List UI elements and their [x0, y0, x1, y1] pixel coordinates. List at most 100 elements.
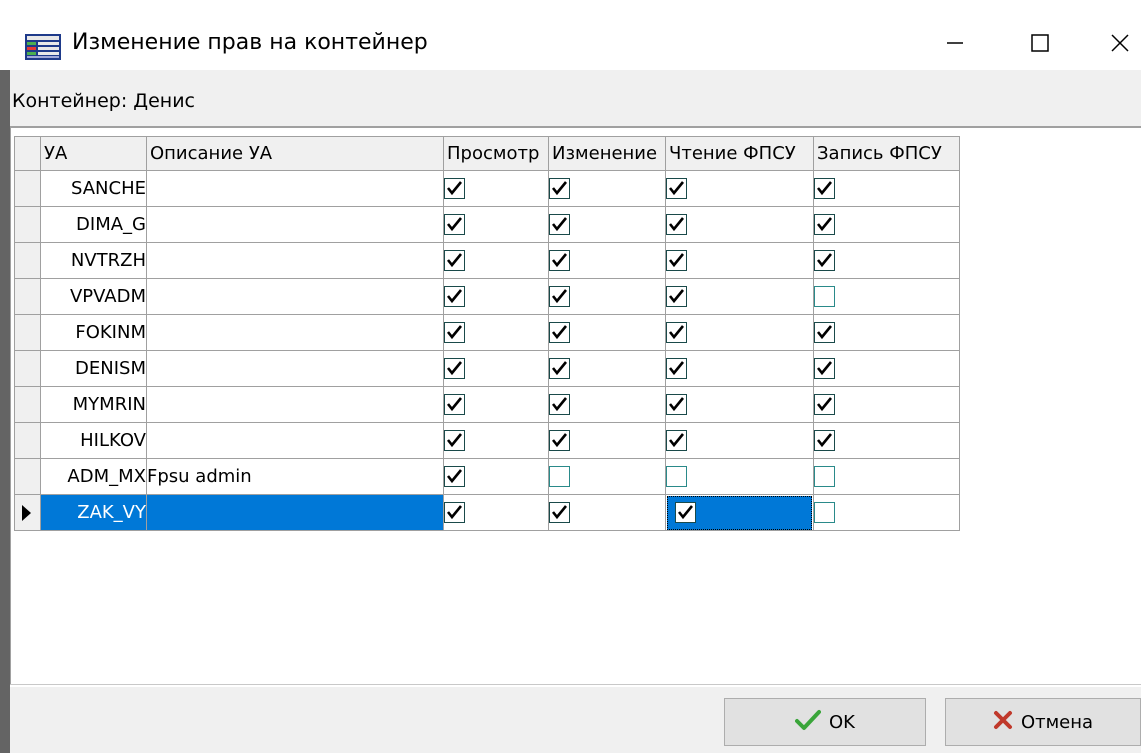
cell-ua[interactable]: SANCHE [40, 170, 147, 207]
checkbox-checked[interactable] [814, 322, 835, 344]
cell-view[interactable] [443, 314, 549, 351]
cell-change[interactable] [548, 278, 666, 315]
checkbox-checked[interactable] [814, 250, 835, 272]
cell-write-fpsu[interactable] [813, 170, 960, 207]
checkbox-checked[interactable] [666, 178, 687, 200]
checkbox-checked[interactable] [814, 430, 835, 452]
cell-write-fpsu[interactable] [813, 422, 960, 459]
cell-view[interactable] [443, 242, 549, 279]
checkbox-unchecked[interactable] [814, 502, 835, 524]
row-indicator[interactable] [14, 170, 41, 207]
cell-change[interactable] [548, 242, 666, 279]
checkbox-checked[interactable] [549, 322, 570, 344]
cell-view[interactable] [443, 170, 549, 207]
checkbox-checked[interactable] [814, 394, 835, 416]
checkbox-checked[interactable] [666, 322, 687, 344]
cell-change[interactable] [548, 386, 666, 423]
checkbox-checked[interactable] [444, 358, 465, 380]
cell-ua[interactable]: VPVADM [40, 278, 147, 315]
cell-change[interactable] [548, 422, 666, 459]
checkbox-checked[interactable] [666, 286, 687, 308]
table-row[interactable]: MYMRIN [14, 386, 960, 423]
cell-ua[interactable]: MYMRIN [40, 386, 147, 423]
checkbox-unchecked[interactable] [549, 466, 570, 488]
checkbox-checked[interactable] [666, 250, 687, 272]
cell-ua[interactable]: ADM_MX [40, 458, 147, 495]
cell-read-fpsu[interactable] [665, 458, 814, 495]
table-row[interactable]: VPVADM [14, 278, 960, 315]
cell-ua[interactable]: HILKOV [40, 422, 147, 459]
maximize-button[interactable] [1015, 22, 1065, 68]
cell-ua[interactable]: DENISM [40, 350, 147, 387]
cell-write-fpsu[interactable] [813, 278, 960, 315]
table-row[interactable]: ADM_MX Fpsu admin [14, 458, 960, 495]
row-indicator[interactable] [14, 386, 41, 423]
cell-read-fpsu[interactable] [665, 350, 814, 387]
table-row[interactable]: SANCHE [14, 170, 960, 207]
cell-ua[interactable]: NVTRZH [40, 242, 147, 279]
table-row[interactable]: NVTRZH [14, 242, 960, 279]
cell-write-fpsu[interactable] [813, 458, 960, 495]
cell-description[interactable] [146, 386, 444, 423]
checkbox-unchecked[interactable] [666, 466, 687, 488]
row-indicator[interactable] [14, 314, 41, 351]
focused-cell[interactable] [667, 495, 812, 530]
cell-change[interactable] [548, 494, 666, 531]
cell-description[interactable] [146, 206, 444, 243]
checkbox-checked[interactable] [549, 358, 570, 380]
checkbox-checked[interactable] [549, 394, 570, 416]
cell-view[interactable] [443, 458, 549, 495]
cell-change[interactable] [548, 170, 666, 207]
checkbox-checked[interactable] [444, 286, 465, 308]
cell-description[interactable] [146, 314, 444, 351]
cell-description[interactable] [146, 494, 444, 531]
row-indicator[interactable] [14, 350, 41, 387]
row-indicator[interactable] [14, 422, 41, 459]
checkbox-checked[interactable] [666, 430, 687, 452]
checkbox-checked[interactable] [444, 466, 465, 488]
checkbox-checked[interactable] [444, 214, 465, 236]
cell-description[interactable] [146, 422, 444, 459]
checkbox-checked[interactable] [549, 214, 570, 236]
cell-write-fpsu[interactable] [813, 350, 960, 387]
cell-read-fpsu[interactable] [665, 422, 814, 459]
cell-ua[interactable]: ZAK_VY [40, 494, 147, 531]
checkbox-checked[interactable] [666, 358, 687, 380]
checkbox-checked[interactable] [666, 394, 687, 416]
checkbox-unchecked[interactable] [814, 286, 835, 308]
checkbox-checked[interactable] [549, 286, 570, 308]
column-header-change[interactable]: Изменение [548, 136, 666, 171]
cell-description[interactable] [146, 242, 444, 279]
checkbox-checked[interactable] [444, 502, 465, 524]
cell-change[interactable] [548, 350, 666, 387]
checkbox-unchecked[interactable] [814, 466, 835, 488]
cell-view[interactable] [443, 386, 549, 423]
column-header-view[interactable]: Просмотр [443, 136, 549, 171]
cell-read-fpsu[interactable] [665, 494, 814, 531]
cell-view[interactable] [443, 350, 549, 387]
table-row[interactable]: FOKINM [14, 314, 960, 351]
cancel-button[interactable]: Отмена [945, 698, 1141, 746]
minimize-button[interactable] [930, 22, 980, 68]
checkbox-checked[interactable] [549, 430, 570, 452]
checkbox-checked[interactable] [444, 250, 465, 272]
cell-description[interactable] [146, 350, 444, 387]
cell-write-fpsu[interactable] [813, 386, 960, 423]
checkbox-checked[interactable] [666, 214, 687, 236]
column-header-read-fpsu[interactable]: Чтение ФПСУ [665, 136, 814, 171]
cell-change[interactable] [548, 206, 666, 243]
cell-view[interactable] [443, 206, 549, 243]
column-header-description[interactable]: Описание УА [146, 136, 444, 171]
checkbox-checked[interactable] [675, 502, 696, 523]
cell-read-fpsu[interactable] [665, 386, 814, 423]
cell-write-fpsu[interactable] [813, 206, 960, 243]
checkbox-checked[interactable] [444, 394, 465, 416]
table-row[interactable]: DIMA_G [14, 206, 960, 243]
table-row[interactable]: ZAK_VY [14, 494, 960, 531]
ok-button[interactable]: OK [724, 698, 926, 746]
checkbox-checked[interactable] [549, 502, 570, 524]
row-indicator[interactable] [14, 458, 41, 495]
column-header-write-fpsu[interactable]: Запись ФПСУ [813, 136, 960, 171]
cell-write-fpsu[interactable] [813, 314, 960, 351]
table-row[interactable]: HILKOV [14, 422, 960, 459]
